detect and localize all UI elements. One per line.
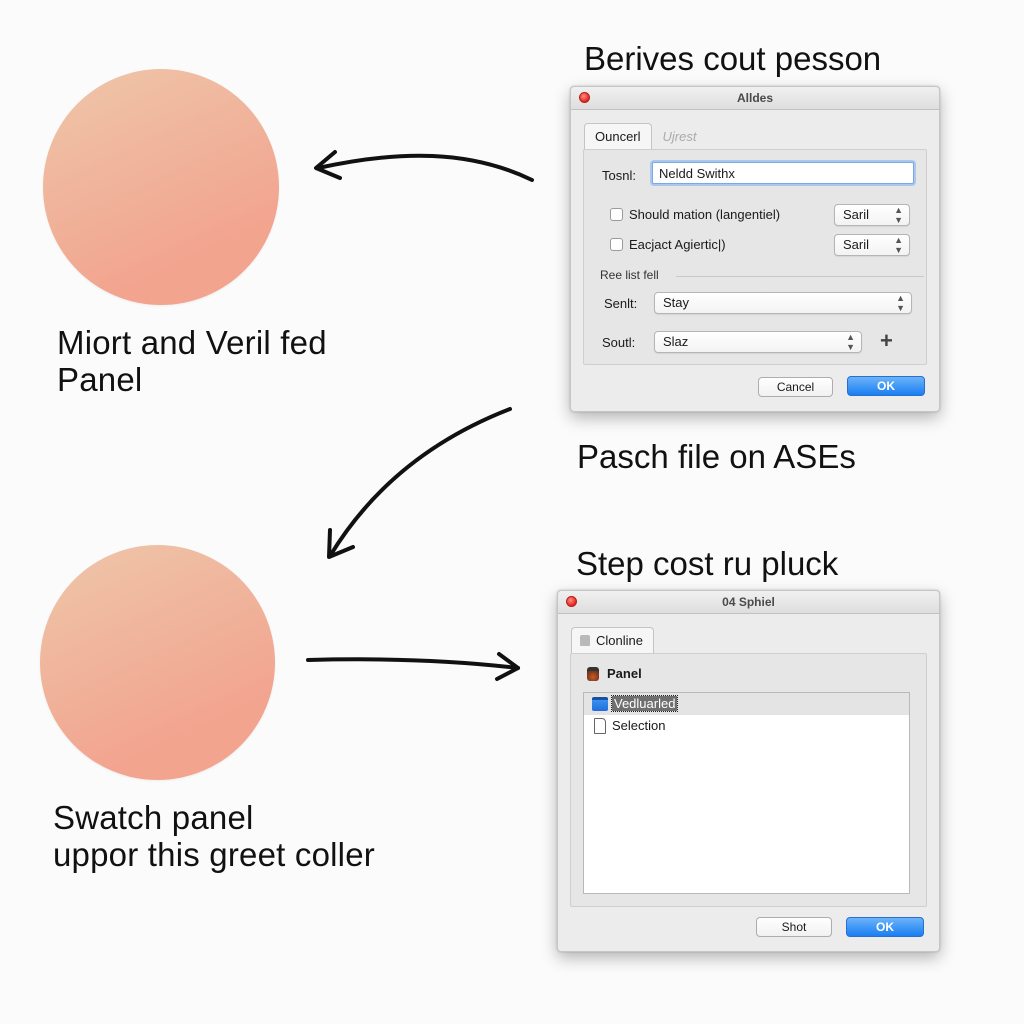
- ok-button-bottom[interactable]: OK: [846, 917, 924, 937]
- stepper-icon: ▲ ▼: [894, 235, 903, 255]
- caption-bottom: Swatch panel uppor this greet coller: [53, 799, 375, 873]
- color-swatch-bottom: [40, 545, 275, 780]
- color-swatch-top: [43, 69, 279, 305]
- select-should-mation-value: Saril: [843, 207, 870, 222]
- tab-ouncerl[interactable]: Ouncerl: [584, 123, 652, 150]
- select-should-mation[interactable]: Saril ▲ ▼: [834, 204, 910, 226]
- section-divider: [676, 276, 924, 277]
- dialog-top: Alldes Ouncerl Ujrest Tosnl: Neldd Swith…: [570, 86, 940, 412]
- cancel-button[interactable]: Cancel: [758, 377, 833, 397]
- document-icon: [594, 718, 606, 734]
- tab-clonline-label: Clonline: [596, 633, 643, 648]
- select-senlt[interactable]: Stay ▲ ▼: [654, 292, 912, 314]
- dialog-bottom-titlebar: 04 Sphiel: [558, 591, 939, 614]
- caption-bottom-line1: Swatch panel: [53, 799, 254, 836]
- tab-clonline[interactable]: Clonline: [571, 627, 654, 654]
- tab-ujrest[interactable]: Ujrest: [652, 123, 708, 150]
- checkbox-eacjact-label: Eacjact Agiertic|): [629, 237, 726, 252]
- dialog-bottom-pane: Panel Vedluarled Selection: [570, 653, 927, 907]
- dialog-top-pane: Tosnl: Neldd Swithx Should mation (lange…: [583, 149, 927, 365]
- panel-header: Panel: [587, 666, 642, 681]
- select-eacjact[interactable]: Saril ▲ ▼: [834, 234, 910, 256]
- arrow-dialog-to-swatch-top: [314, 150, 534, 182]
- list-item-vedluarled[interactable]: Vedluarled: [584, 693, 909, 715]
- panel-label: Panel: [607, 666, 642, 681]
- panel-list[interactable]: Vedluarled Selection: [583, 692, 910, 894]
- plus-icon[interactable]: +: [880, 330, 893, 352]
- list-item-label: Selection: [612, 718, 666, 733]
- stepper-icon: ▲ ▼: [894, 205, 903, 225]
- name-input[interactable]: Neldd Swithx: [652, 162, 914, 184]
- dialog-top-tabs: Ouncerl Ujrest: [584, 123, 707, 150]
- dialog-bottom-title: 04 Sphiel: [722, 595, 775, 609]
- close-icon[interactable]: [579, 92, 590, 103]
- caption-top-line2: Panel: [57, 361, 143, 398]
- character-icon: [587, 667, 599, 681]
- close-icon[interactable]: [566, 596, 577, 607]
- dialog-top-titlebar: Alldes: [571, 87, 939, 110]
- checkbox-should-mation-label: Should mation (langentiel): [629, 207, 781, 222]
- select-eacjact-value: Saril: [843, 237, 870, 252]
- footer-text-top: Pasch file on ASEs: [577, 438, 856, 475]
- dialog-top-title: Alldes: [736, 91, 773, 105]
- lock-icon: [580, 635, 590, 646]
- caption-top: Miort and Veril fed Panel: [57, 324, 327, 398]
- select-senlt-value: Stay: [663, 295, 690, 310]
- senlt-label: Senlt:: [604, 296, 638, 311]
- dialog-bottom-tabs: Clonline: [571, 627, 654, 654]
- caption-top-line1: Miort and Veril fed: [57, 324, 327, 361]
- heading-top: Berives cout pesson: [584, 40, 882, 77]
- arrow-dialog-to-swatch-bottom: [327, 407, 512, 559]
- heading-bottom: Step cost ru pluck: [576, 545, 839, 582]
- soutl-label: Soutl:: [602, 335, 636, 350]
- stepper-icon: ▲ ▼: [896, 293, 905, 313]
- shot-button[interactable]: Shot: [756, 917, 832, 937]
- dialog-bottom: 04 Sphiel Clonline Panel Vedluarled Sele…: [557, 590, 940, 952]
- checkbox-eacjact[interactable]: [610, 238, 623, 251]
- list-item-label: Vedluarled: [610, 695, 679, 712]
- list-item-selection[interactable]: Selection: [584, 715, 909, 737]
- folder-icon: [592, 697, 608, 711]
- select-soutl-value: Slaz: [663, 334, 689, 349]
- name-label: Tosnl:: [602, 168, 636, 183]
- section-label: Ree list fell: [600, 268, 659, 282]
- stepper-icon: ▲ ▼: [846, 332, 855, 352]
- checkbox-should-mation[interactable]: [610, 208, 623, 221]
- arrow-swatch-to-dialog-bottom: [306, 652, 520, 681]
- ok-button-top[interactable]: OK: [847, 376, 925, 396]
- caption-bottom-line2: uppor this greet coller: [53, 836, 375, 873]
- select-soutl[interactable]: Slaz ▲ ▼: [654, 331, 862, 353]
